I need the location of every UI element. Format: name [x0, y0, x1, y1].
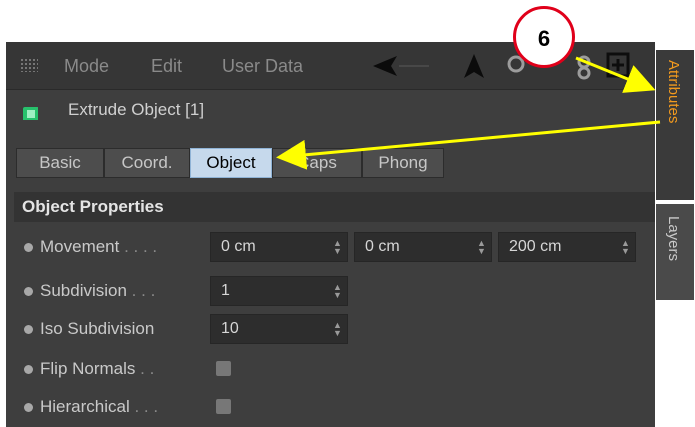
arrow-to-object-tab — [276, 120, 661, 170]
annotation-arrows — [276, 56, 661, 170]
arrow-to-attributes-tab — [575, 56, 656, 93]
